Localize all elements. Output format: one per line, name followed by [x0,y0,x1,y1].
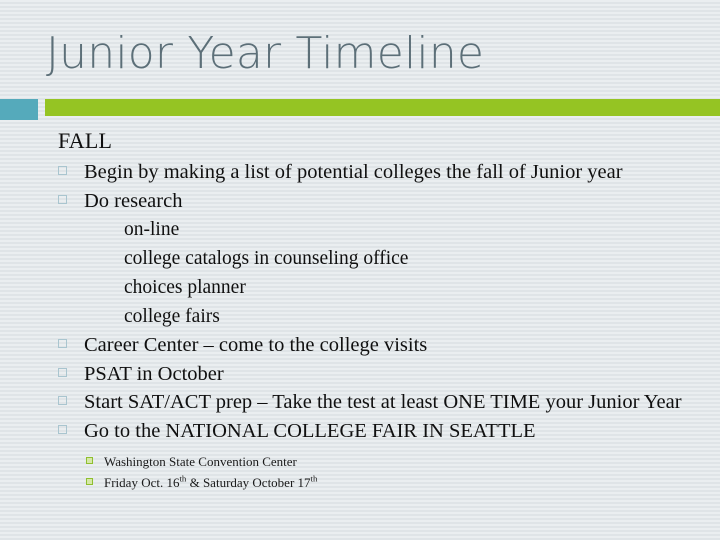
list-item-label: Do research [84,189,183,212]
date-prefix: Friday Oct. 16 [104,475,180,490]
accent-bar-teal [0,99,38,120]
list-item: choices planner [0,273,720,302]
slide-body: FALL Begin by making a list of potential… [0,126,720,493]
bullet-square-green-icon [86,478,93,485]
sub-list-item-label: Friday Oct. 16th & Saturday October 17th [104,473,318,490]
bullet-square-icon [58,194,67,204]
list-item: Start SAT/ACT prep – Take the test at le… [0,388,720,417]
list-item-label: PSAT in October [84,362,224,385]
accent-bar-green [45,99,720,116]
list-item-label: on-line [124,219,180,240]
list-item: on-line [0,215,720,244]
page-title: Junior Year Timeline [46,28,485,79]
bullet-square-icon [58,339,67,348]
section-heading-fall: FALL [58,128,113,153]
list-item-label: Career Center – come to the college visi… [84,334,428,356]
sub-list-group: Washington State Convention Center Frida… [0,451,720,493]
ordinal-suffix: th [310,473,318,484]
bullet-square-icon [58,166,67,175]
list-item: Do research [0,187,720,216]
sub-list-item-label: Washington State Convention Center [104,454,297,469]
bullet-square-icon [58,424,67,434]
list-item: Career Center – come to the college visi… [0,331,720,360]
list-item-label: college fairs [124,306,220,327]
title-block: Junior Year Timeline [46,26,686,92]
slide-canvas: Junior Year Timeline FALL Begin by makin… [0,0,720,540]
list-item: Begin by making a list of potential coll… [0,158,720,187]
list-item: Go to the NATIONAL COLLEGE FAIR IN SEATT… [0,417,720,446]
bullet-square-icon [58,367,67,377]
bullet-square-icon [58,396,67,405]
list-item: PSAT in October [0,360,720,389]
list-item-label: choices planner [124,277,246,298]
sub-list-item: Washington State Convention Center [0,451,720,472]
list-item-label: Go to the NATIONAL COLLEGE FAIR IN SEATT… [84,419,536,442]
bullet-square-green-icon [86,457,93,464]
list-item-label: Start SAT/ACT prep – Take the test at le… [84,391,682,413]
list-item-label: college catalogs in counseling office [124,248,409,269]
list-item: college catalogs in counseling office [0,244,720,273]
date-middle: & Saturday October 17 [186,475,311,490]
sub-list-item: Friday Oct. 16th & Saturday October 17th [0,472,720,493]
list-item-label: Begin by making a list of potential coll… [84,161,623,183]
list-item: college fairs [0,302,720,331]
